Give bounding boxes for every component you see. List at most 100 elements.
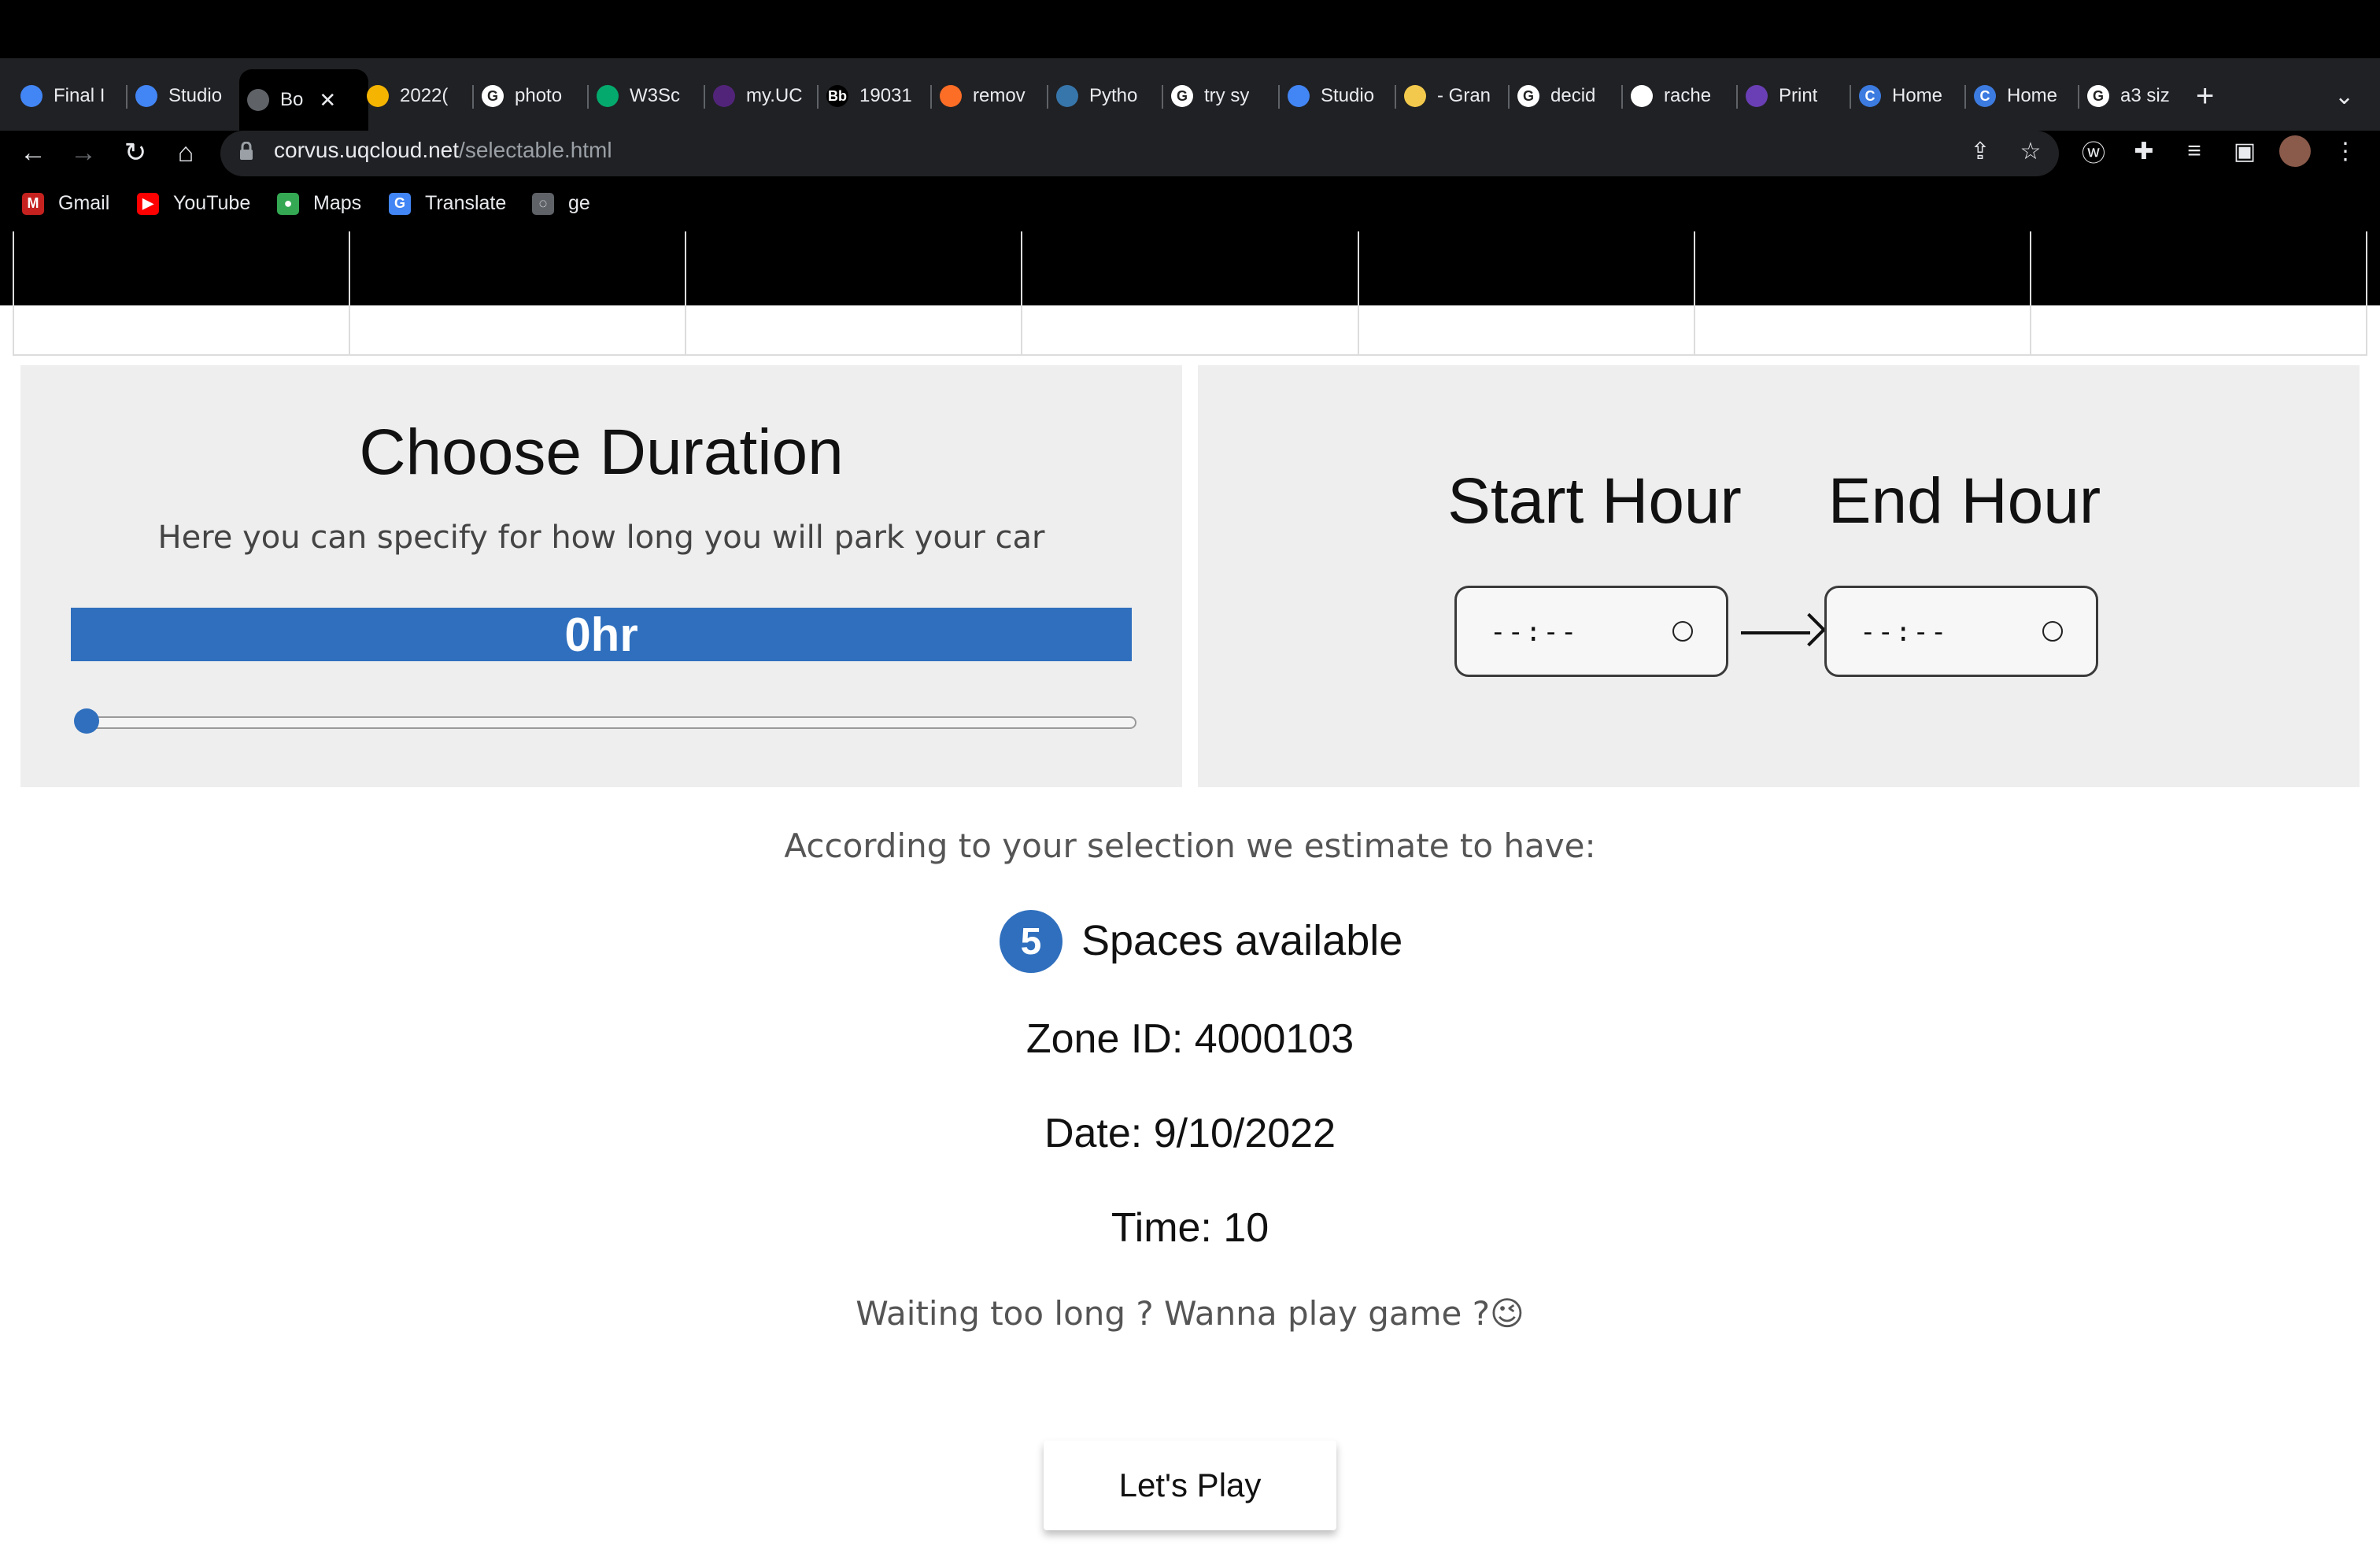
tab-separator	[587, 85, 589, 109]
start-hour-label: Start Hour	[1447, 465, 1742, 537]
tab-label: 19031	[859, 85, 912, 106]
tab-13[interactable]: Gdecid	[1517, 76, 1610, 117]
side-panel-icon[interactable]: ▣	[2229, 135, 2260, 167]
duration-title: Choose Duration	[359, 416, 844, 488]
avatar[interactable]	[2279, 135, 2311, 167]
tab-5[interactable]: W3Sc	[597, 76, 689, 117]
grid-cell[interactable]	[1022, 231, 1359, 354]
bookmark-gmail[interactable]: M Gmail	[22, 192, 109, 215]
extension-w-icon[interactable]: ⓦ	[2078, 135, 2109, 167]
tab-label: Studio	[1321, 85, 1375, 106]
docs-icon	[135, 85, 157, 107]
grid-cell[interactable]	[1695, 231, 2031, 354]
tab-3[interactable]: 2022(	[367, 76, 460, 117]
bookmark-label: Maps	[313, 192, 362, 214]
tab-6[interactable]: my.UC	[713, 76, 806, 117]
star-icon[interactable]: ☆	[2015, 135, 2046, 167]
lock-icon[interactable]	[239, 141, 253, 160]
tab-separator	[1850, 85, 1851, 109]
estimate-intro: According to your selection we estimate …	[784, 827, 1596, 865]
new-tab-button[interactable]: +	[2196, 76, 2214, 117]
tab-2[interactable]: Bo ✕	[239, 69, 368, 131]
gmail-icon: M	[22, 192, 44, 215]
clock-icon[interactable]	[1672, 621, 1693, 642]
slider-thumb[interactable]	[74, 708, 99, 734]
tab-9[interactable]: Pytho	[1056, 76, 1149, 117]
tab-1[interactable]: Studio	[135, 76, 230, 117]
end-hour-input[interactable]: --:--	[1824, 586, 2098, 677]
start-hour-input[interactable]: --:--	[1454, 586, 1728, 677]
share-icon[interactable]: ⇪	[1964, 135, 1996, 167]
translate-icon: G	[389, 192, 411, 215]
docs-icon	[20, 85, 42, 107]
tab-12[interactable]: - Gran	[1404, 76, 1497, 117]
tab-8[interactable]: remov	[940, 76, 1033, 117]
grid-cell[interactable]	[1359, 231, 1695, 354]
end-hour-label: End Hour	[1828, 465, 2101, 537]
tab-separator	[472, 85, 474, 109]
duration-subtitle: Here you can specify for how long you wi…	[157, 520, 1045, 556]
print-icon	[1746, 85, 1768, 107]
bookmark-maps[interactable]: ● Maps	[277, 192, 361, 215]
tab-label: Home	[2007, 85, 2058, 106]
tab-4[interactable]: Gphoto	[482, 76, 575, 117]
python-icon	[1056, 85, 1078, 107]
back-icon[interactable]: ←	[16, 135, 50, 170]
tab-label: my.UC	[746, 85, 803, 106]
date-text: Date: 9/10/2022	[1044, 1111, 1336, 1156]
media-icon[interactable]: ≡	[2179, 135, 2210, 167]
tab-label: - Gran	[1437, 85, 1491, 106]
grid-cell[interactable]	[2031, 231, 2366, 354]
grid-cell[interactable]	[14, 231, 351, 354]
grid-cell[interactable]	[686, 231, 1023, 354]
clock-icon[interactable]	[2042, 621, 2063, 642]
bookmark-youtube[interactable]: ▶ YouTube	[137, 192, 250, 215]
tab-label: Home	[1892, 85, 1943, 106]
tab-14[interactable]: rache	[1631, 76, 1724, 117]
forward-icon[interactable]: →	[66, 135, 101, 170]
tab-18[interactable]: Ga3 siz	[2087, 76, 2180, 117]
reload-icon[interactable]: ↻	[118, 135, 153, 170]
tab-separator	[1736, 85, 1738, 109]
duration-slider[interactable]	[79, 716, 1136, 729]
extensions-icon[interactable]: ✚	[2128, 135, 2160, 167]
c-icon: C	[1974, 85, 1996, 107]
tab-0[interactable]: Final I	[20, 76, 115, 117]
github-icon	[1631, 85, 1653, 107]
home-icon[interactable]: ⌂	[168, 135, 203, 170]
menu-kebab-icon[interactable]: ⋮	[2330, 135, 2361, 167]
calendar-grid-row	[13, 231, 2367, 356]
bookmark-translate[interactable]: G Translate	[389, 192, 506, 215]
uq-icon	[713, 85, 735, 107]
lets-play-button[interactable]: Let's Play	[1044, 1441, 1336, 1530]
tab-separator	[930, 85, 932, 109]
tab-separator	[1508, 85, 1510, 109]
tab-7[interactable]: Bb 19031	[826, 76, 919, 117]
slides-icon	[367, 85, 389, 107]
tab-separator	[817, 85, 819, 109]
grid-cell[interactable]	[350, 231, 687, 354]
hours-panel	[1198, 365, 2360, 787]
tab-label: Bo	[280, 89, 304, 110]
close-tab-icon[interactable]: ✕	[319, 88, 336, 113]
tab-separator	[1278, 85, 1280, 109]
tab-separator	[1047, 85, 1048, 109]
tab-search-icon[interactable]: ⌄	[2334, 76, 2354, 117]
tab-17[interactable]: C Home	[1974, 76, 2067, 117]
tab-separator	[2078, 85, 2079, 109]
bookmark-ge[interactable]: ◌ ge	[532, 192, 590, 215]
bookmark-label: ge	[568, 192, 590, 214]
end-hour-placeholder: --:--	[1860, 616, 1949, 648]
blackboard-icon: Bb	[826, 85, 848, 107]
tab-separator	[1162, 85, 1163, 109]
tab-10[interactable]: Gtry sy	[1171, 76, 1264, 117]
tab-label: photo	[515, 85, 563, 106]
tab-label: try sy	[1204, 85, 1250, 106]
c-icon: C	[1859, 85, 1881, 107]
tab-16[interactable]: C Home	[1859, 76, 1952, 117]
url-text[interactable]: corvus.uqcloud.net/selectable.html	[274, 138, 612, 163]
docs-icon	[1288, 85, 1310, 107]
tab-15[interactable]: Print	[1746, 76, 1839, 117]
tab-label: Final I	[54, 85, 105, 106]
tab-11[interactable]: Studio	[1288, 76, 1380, 117]
